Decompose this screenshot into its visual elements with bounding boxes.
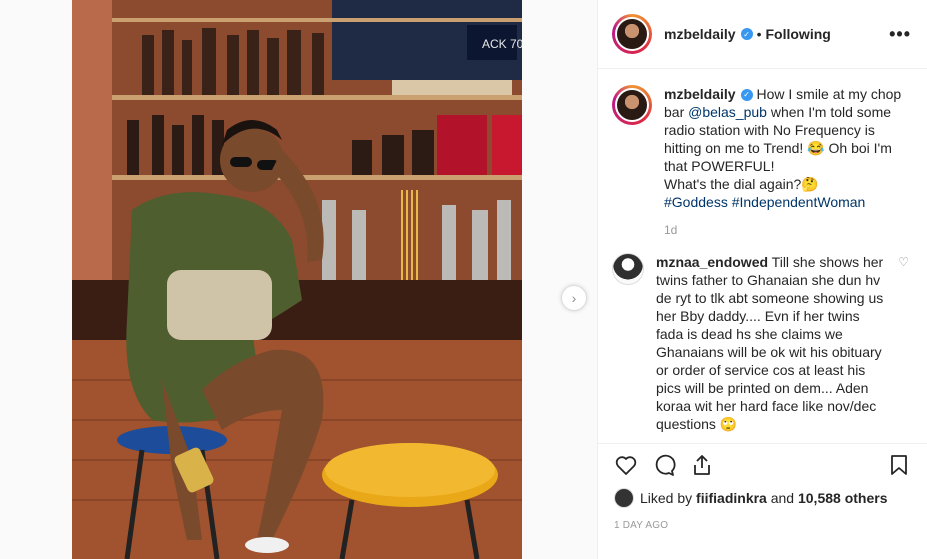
likes-others-link[interactable]: 10,588 others [798, 490, 888, 506]
comment-body: Till she shows her twins father to Ghana… [656, 254, 884, 432]
likes-prefix: Liked by [640, 490, 693, 506]
sign-text: ACK 70 [482, 37, 522, 51]
liker-username[interactable]: fiifiadinkra [696, 490, 767, 506]
post-header: mzbeldaily ✓ • Following ••• [598, 0, 927, 69]
photo-illustration: ACK 70 [72, 0, 522, 559]
caption-text: mzbeldaily ✓ How I smile at my chop bar @… [664, 85, 911, 211]
caption-mention-link[interactable]: @belas_pub [688, 104, 767, 120]
comment-avatar[interactable] [612, 253, 644, 285]
caption-avatar[interactable] [612, 85, 652, 125]
comments-section[interactable]: mzbeldaily ✓ How I smile at my chop bar @… [598, 69, 927, 442]
comment-item: mznaa_endowed Till she shows her twins f… [612, 253, 911, 433]
liker-avatar[interactable] [614, 488, 634, 508]
heart-icon[interactable] [614, 453, 638, 477]
comment-icon[interactable] [652, 453, 676, 477]
post-side-panel: mzbeldaily ✓ • Following ••• mzbeldaily ✓… [597, 0, 927, 559]
share-icon[interactable] [690, 453, 714, 477]
avatar-image [615, 88, 649, 122]
verified-badge-icon: ✓ [740, 28, 753, 40]
header-username[interactable]: mzbeldaily [664, 26, 736, 42]
chevron-right-icon: › [571, 290, 577, 306]
likes-connector: and [770, 490, 795, 506]
caption-time-ago[interactable]: 1d [664, 223, 911, 237]
hashtag-independentwoman-link[interactable]: #IndependentWoman [732, 194, 866, 210]
verified-badge-icon: ✓ [740, 89, 753, 102]
avatar-image [615, 17, 649, 51]
post-actions-bar [598, 443, 927, 485]
hashtag-goddess-link[interactable]: #Goddess [664, 194, 728, 210]
more-options-icon[interactable]: ••• [889, 24, 911, 45]
profile-avatar[interactable] [612, 14, 652, 54]
caption: mzbeldaily ✓ How I smile at my chop bar @… [612, 85, 911, 211]
likes-summary: Liked by fiifiadinkra and 10,588 others [614, 488, 887, 508]
bookmark-icon[interactable] [887, 453, 911, 477]
following-button[interactable]: Following [766, 26, 831, 42]
comment-text: mznaa_endowed Till she shows her twins f… [656, 253, 886, 433]
caption-username[interactable]: mzbeldaily [664, 86, 736, 102]
post-date[interactable]: 1 DAY AGO [614, 520, 668, 531]
comment-username[interactable]: mznaa_endowed [656, 254, 768, 270]
separator-dot: • [756, 26, 762, 42]
comment-like-heart-icon[interactable]: ♡ [898, 255, 909, 269]
caption-text-line2: What's the dial again?🤔 [664, 176, 819, 192]
next-photo-button[interactable]: › [561, 285, 587, 311]
post-photo[interactable]: ACK 70 [72, 0, 522, 559]
